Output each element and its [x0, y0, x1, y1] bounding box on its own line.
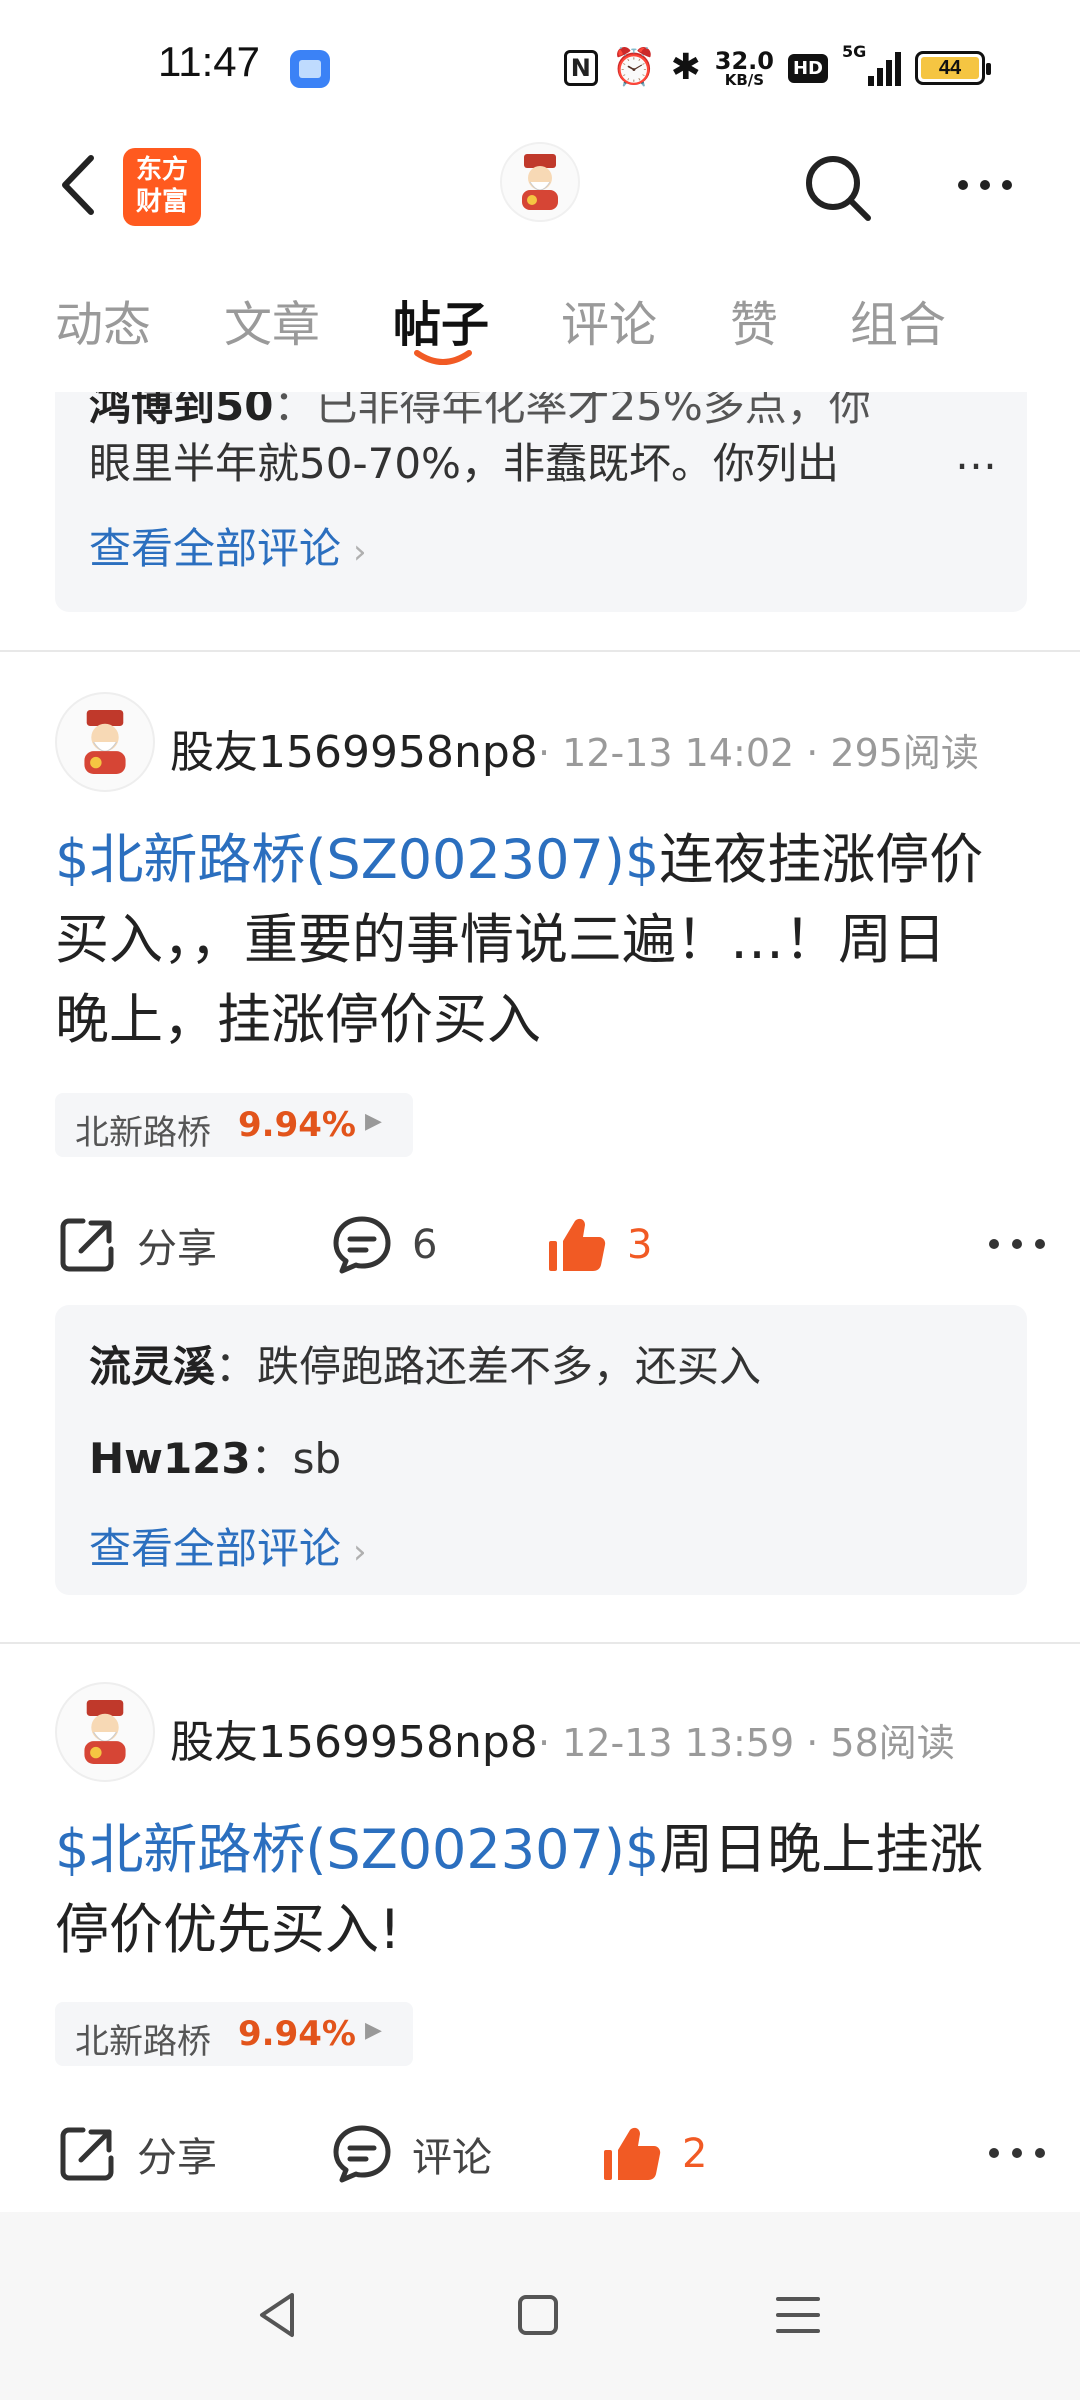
- comment-user[interactable]: 流灵溪: [89, 1342, 215, 1391]
- post-line: 买入，，重要的事情说三遍！…！周日: [55, 908, 946, 971]
- back-icon[interactable]: [55, 150, 105, 220]
- share-button[interactable]: 分享: [55, 2114, 217, 2194]
- comment-icon: [333, 2125, 391, 2183]
- user-avatar[interactable]: [55, 1682, 155, 1782]
- post-line: $北新路桥(SZ002307)$连夜挂涨停价: [55, 828, 984, 891]
- stock-link[interactable]: $北新路桥(SZ002307)$: [55, 1818, 659, 1881]
- post-line: 停价优先买入!: [55, 1898, 401, 1961]
- battery-level: 44: [921, 57, 979, 79]
- notification-app-icon: [290, 50, 330, 88]
- stock-chip[interactable]: 北新路桥 9.94% ▶: [55, 2002, 413, 2066]
- share-button[interactable]: 分享: [55, 1205, 217, 1285]
- fortune-god-avatar-icon: [522, 154, 558, 210]
- play-arrow-icon: ▶: [365, 2018, 382, 2043]
- post-meta: · 12-13 13:59 · 58阅读: [538, 1721, 955, 1765]
- profile-avatar[interactable]: [500, 142, 580, 222]
- fortune-god-avatar-icon: [84, 710, 126, 774]
- share-icon: [60, 1218, 114, 1272]
- tab-likes[interactable]: 赞: [730, 285, 778, 355]
- battery-icon: 44: [915, 51, 991, 85]
- comment-preview-box: 流灵溪：跌停跑路还差不多，还买入 Hw123：sb 查看全部评论 ›: [55, 1305, 1027, 1595]
- signal-icon: 5G: [842, 42, 901, 86]
- nav-home-icon[interactable]: [510, 2287, 566, 2343]
- nav-back-icon[interactable]: [250, 2287, 306, 2343]
- comment-line: 眼里半年就50-70%，非蠢既坏。你列出: [89, 439, 839, 488]
- tab-comments[interactable]: 评论: [561, 285, 657, 355]
- tab-dynamics[interactable]: 动态: [55, 285, 151, 355]
- post-more-icon[interactable]: [989, 1239, 1045, 1251]
- post-header: 股友1569958np8 · 12-13 13:59 · 58阅读: [55, 1682, 1055, 1782]
- comment-user[interactable]: Hw123: [89, 1434, 251, 1483]
- nfc-icon: N: [563, 50, 598, 86]
- post-actions: 分享 6 3: [55, 1205, 1045, 1285]
- comment-icon: [333, 1216, 391, 1274]
- comment-button[interactable]: 6: [330, 1205, 437, 1285]
- nav-recents-icon[interactable]: [770, 2287, 826, 2343]
- search-icon[interactable]: [800, 150, 875, 225]
- status-time: 11:47: [158, 38, 260, 85]
- tab-portfolio[interactable]: 组合: [850, 285, 946, 355]
- divider: [0, 650, 1080, 652]
- divider: [0, 1642, 1080, 1644]
- status-bar: 11:47 N ⏰ ✱ 32.0 KB/S HD 5G 44: [0, 0, 1080, 120]
- comment-line: 流灵溪：跌停跑路还差不多，还买入: [89, 1342, 762, 1391]
- hd-icon: HD: [787, 53, 828, 83]
- bluetooth-icon: ✱: [670, 47, 701, 88]
- chevron-right-icon: ›: [353, 532, 367, 572]
- system-nav-bar: [0, 2212, 1080, 2400]
- thumbs-up-icon: [604, 2127, 661, 2180]
- profile-tabs: 动态 文章 帖子 评论 赞 组合: [0, 285, 1080, 390]
- chevron-right-icon: ›: [353, 1532, 367, 1572]
- brand-logo[interactable]: 东方 财富: [123, 148, 201, 226]
- comment-ellipsis: …: [955, 430, 997, 479]
- like-button[interactable]: 2: [600, 2114, 707, 2194]
- alarm-icon: ⏰: [611, 47, 657, 88]
- like-button[interactable]: 3: [545, 1205, 652, 1285]
- tab-articles[interactable]: 文章: [224, 285, 320, 355]
- view-all-comments-link[interactable]: 查看全部评论 ›: [89, 1515, 367, 1576]
- fortune-god-avatar-icon: [84, 1700, 126, 1764]
- post-actions: 分享 评论 2: [55, 2114, 1045, 2194]
- network-speed: 32.0 KB/S: [714, 46, 774, 89]
- more-options-icon[interactable]: [945, 170, 1025, 200]
- status-icons: N ⏰ ✱ 32.0 KB/S HD 5G 44: [563, 42, 991, 92]
- comment-button[interactable]: 评论: [330, 2114, 492, 2194]
- comment-line-partial: 鸿博到50：已非得年化率才25%多点，你: [89, 392, 871, 430]
- comment-line: Hw123：sb: [89, 1434, 342, 1483]
- post-header: 股友1569958np8 · 12-13 14:02 · 295阅读: [55, 692, 1055, 792]
- post-line: $北新路桥(SZ002307)$周日晚上挂涨: [55, 1818, 984, 1881]
- top-nav-bar: 东方 财富: [0, 130, 1080, 240]
- post-meta: · 12-13 14:02 · 295阅读: [538, 731, 979, 775]
- post-content[interactable]: $北新路桥(SZ002307)$连夜挂涨停价 买入，，重要的事情说三遍！…！周日…: [55, 820, 1035, 1060]
- play-arrow-icon: ▶: [365, 1109, 382, 1134]
- post-username[interactable]: 股友1569958np8: [170, 716, 538, 780]
- post-feed[interactable]: 鸿博到50：已非得年化率才25%多点，你 眼里半年就50-70%，非蠢既坏。你列…: [0, 392, 1080, 2212]
- view-all-comments-link[interactable]: 查看全部评论 ›: [89, 515, 367, 576]
- share-icon: [60, 2127, 114, 2181]
- user-avatar[interactable]: [55, 692, 155, 792]
- thumbs-up-icon: [549, 1218, 606, 1271]
- post-line: 晚上，挂涨停价买入: [55, 988, 541, 1051]
- post-more-icon[interactable]: [989, 2148, 1045, 2160]
- comment-preview-box: 鸿博到50：已非得年化率才25%多点，你 眼里半年就50-70%，非蠢既坏。你列…: [55, 392, 1027, 612]
- active-tab-indicator: [414, 350, 472, 365]
- stock-chip[interactable]: 北新路桥 9.94% ▶: [55, 1093, 413, 1157]
- post-username[interactable]: 股友1569958np8: [170, 1706, 538, 1770]
- stock-link[interactable]: $北新路桥(SZ002307)$: [55, 828, 659, 891]
- tab-posts[interactable]: 帖子: [393, 285, 489, 355]
- post-content[interactable]: $北新路桥(SZ002307)$周日晚上挂涨 停价优先买入!: [55, 1810, 1035, 1970]
